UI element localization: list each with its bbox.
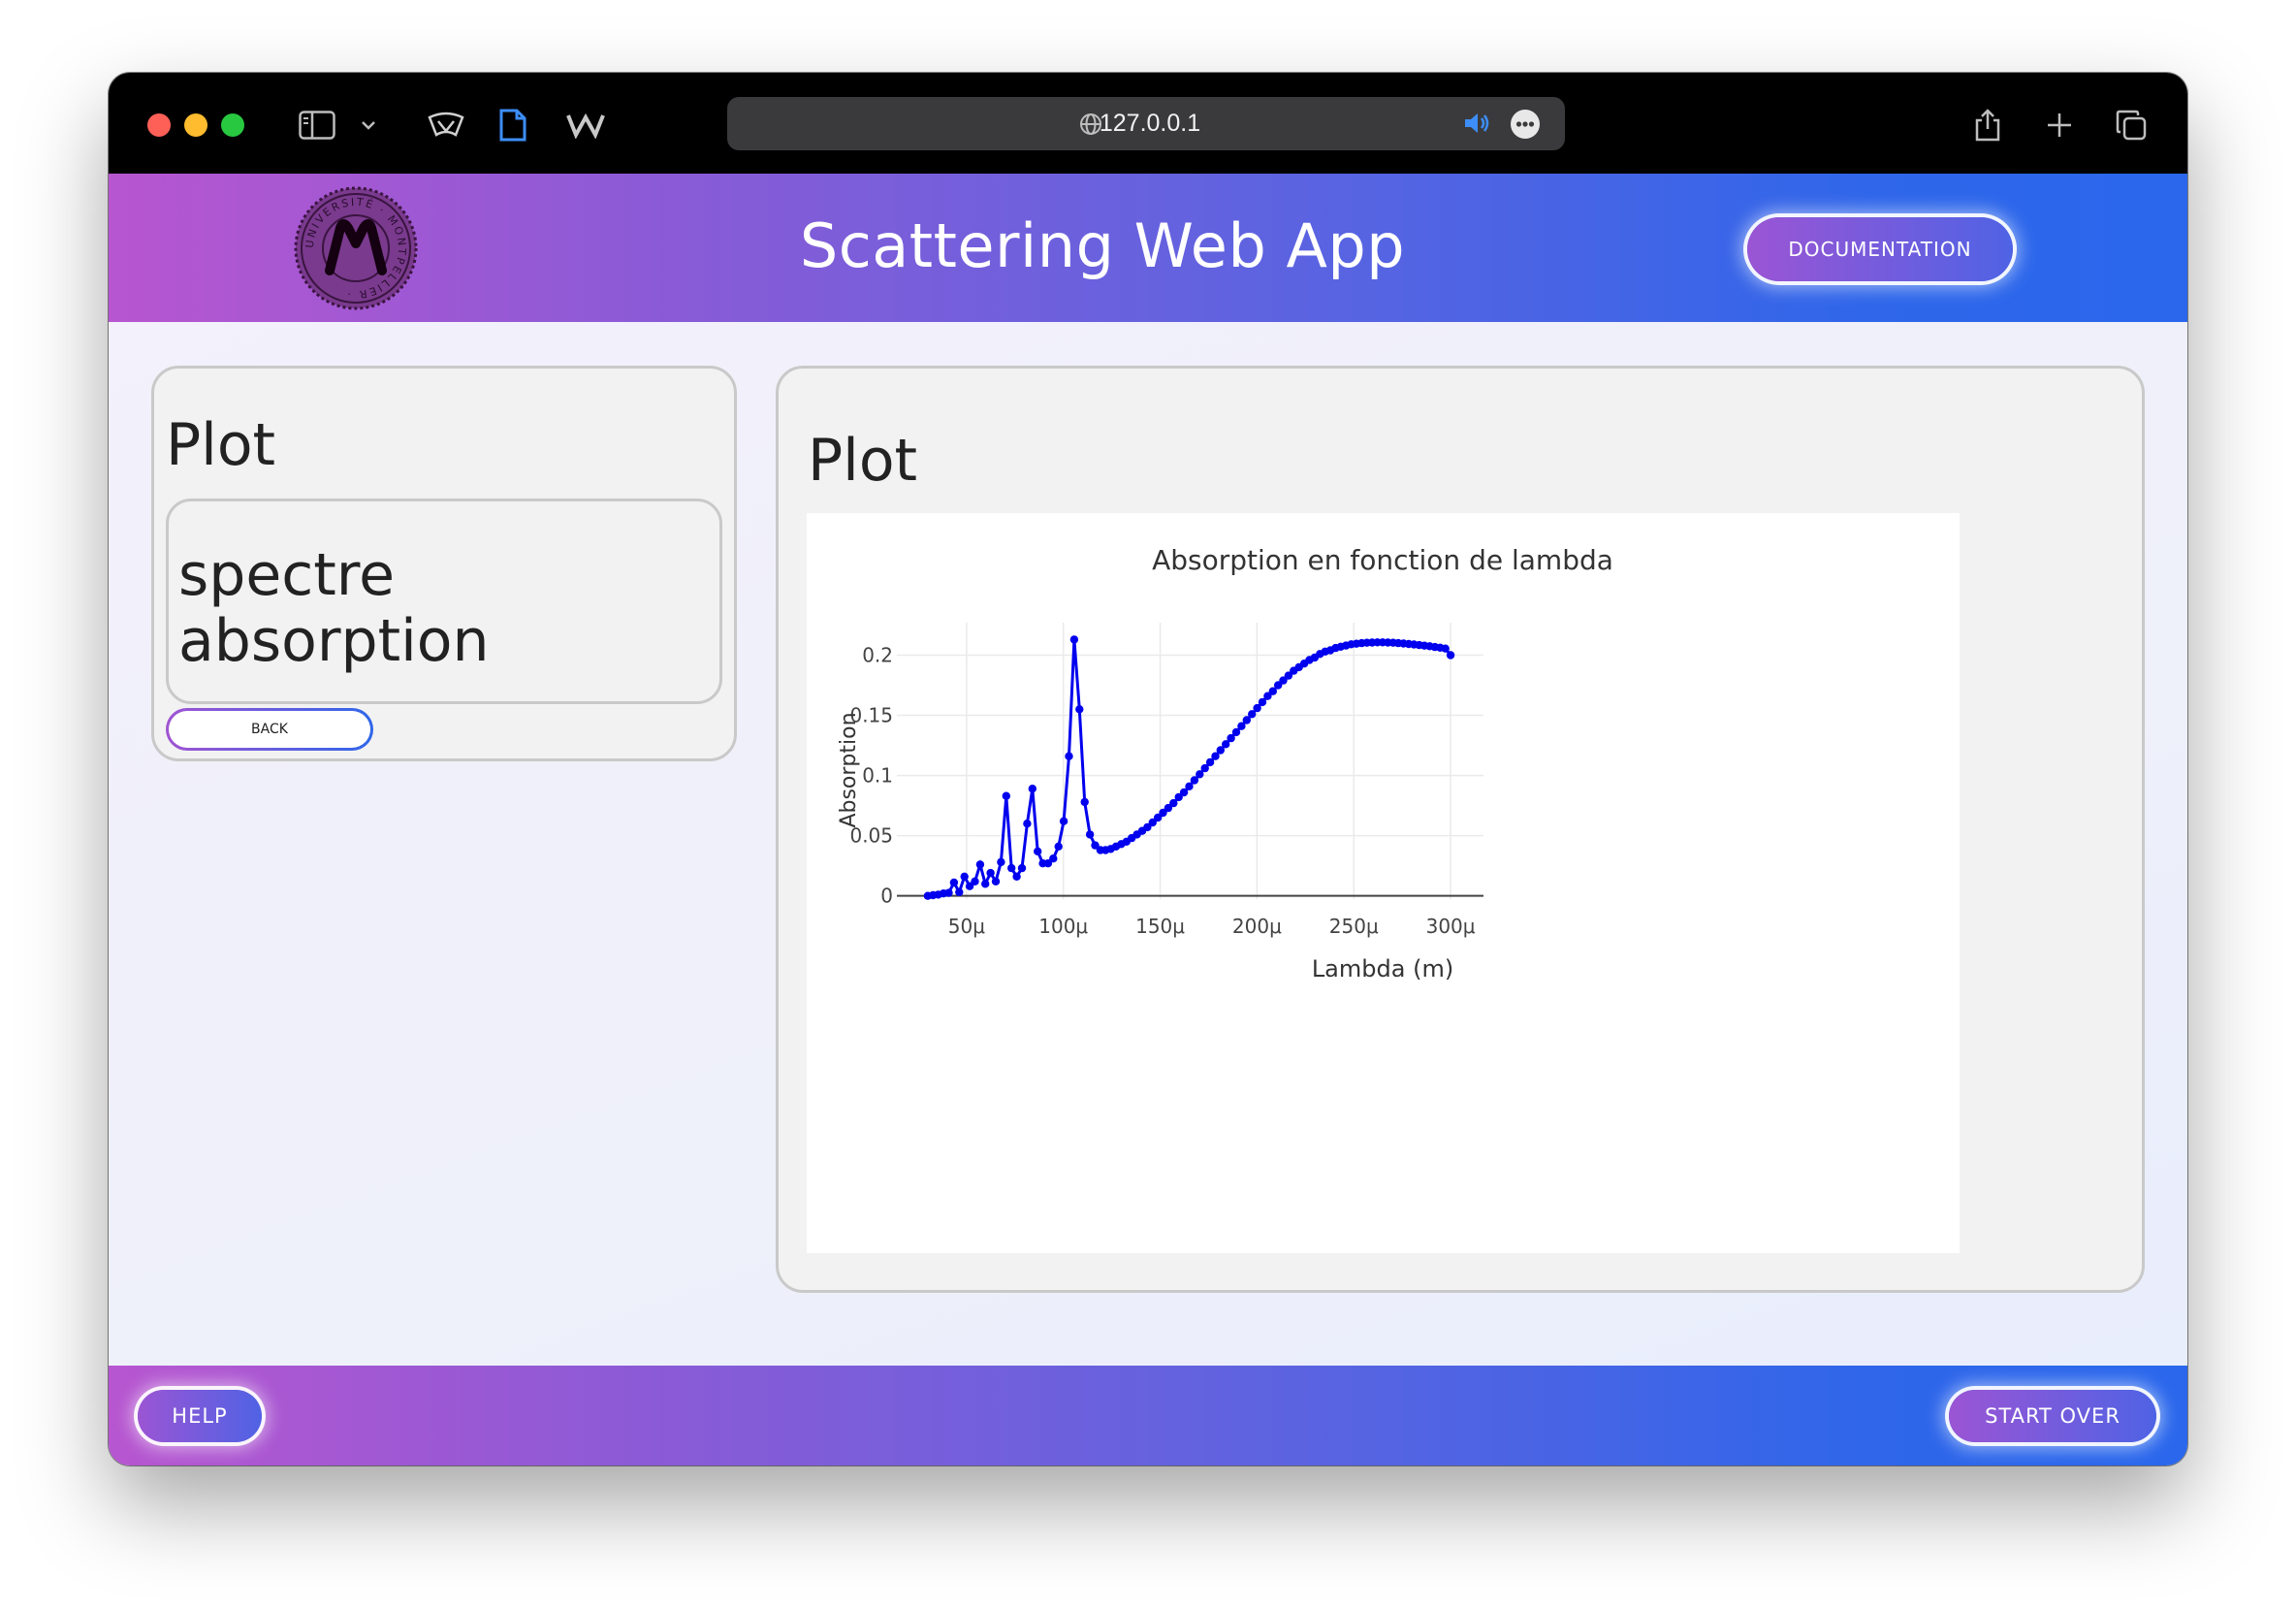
data-point[interactable] <box>986 868 995 878</box>
chart-title: Absorption en fonction de lambda <box>1152 544 1613 576</box>
document-extension-icon[interactable] <box>496 102 529 148</box>
plot-option-label: spectre absorption <box>178 541 490 675</box>
x-tick-label: 50μ <box>948 915 985 938</box>
y-axis-label: Absorption <box>837 712 861 827</box>
data-point[interactable] <box>955 887 964 897</box>
x-tick-label: 100μ <box>1038 915 1088 938</box>
x-axis-label: Lambda (m) <box>1312 955 1453 982</box>
data-point[interactable] <box>975 860 985 869</box>
speaker-icon[interactable] <box>1462 111 1491 140</box>
data-point[interactable] <box>949 878 959 887</box>
help-button[interactable]: HELP <box>138 1390 262 1442</box>
data-point[interactable] <box>1069 635 1079 644</box>
x-tick-label: 150μ <box>1135 915 1185 938</box>
share-icon[interactable] <box>1970 102 2005 148</box>
y-tick-label: 0.1 <box>862 764 893 788</box>
absorption-chart[interactable]: 50μ 100μ 150μ 200μ 250μ 300μ 0 0.05 0.1 0.15 0.2 Ab… <box>807 513 1960 1253</box>
data-point[interactable] <box>1059 817 1068 825</box>
x-tick-label: 250μ <box>1329 915 1379 938</box>
new-tab-icon[interactable] <box>2042 102 2077 148</box>
data-point[interactable] <box>1441 644 1450 653</box>
url-text: 127.0.0.1 <box>1099 110 1201 137</box>
university-logo: UNIVERSITÉ · MONTPELLIER · <box>293 185 419 311</box>
tab-overview-icon[interactable] <box>2112 102 2151 148</box>
minimize-window-button[interactable] <box>184 113 207 137</box>
x-tick-label: 300μ <box>1426 915 1476 938</box>
shield-extension-icon[interactable] <box>425 102 467 148</box>
sidebar-toggle-icon[interactable] <box>297 102 337 148</box>
address-bar[interactable]: 127.0.0.1 <box>727 97 1565 150</box>
data-point[interactable] <box>1085 830 1095 839</box>
data-point[interactable] <box>1007 863 1016 873</box>
data-point[interactable] <box>971 877 979 886</box>
data-point[interactable] <box>1023 820 1032 828</box>
y-tick-label: 0 <box>880 885 893 908</box>
plot-panel-title: Plot <box>808 427 918 495</box>
plot-panel: Plot 50μ 100μ 150μ 200μ 250μ 300μ 0 0.05 0.1 0.15… <box>776 366 2145 1293</box>
panel-title: Plot <box>166 411 276 479</box>
data-point[interactable] <box>991 877 1001 886</box>
start-over-button[interactable]: START OVER <box>1949 1390 2156 1442</box>
data-point[interactable] <box>1012 872 1021 881</box>
data-point[interactable] <box>960 872 969 881</box>
data-point[interactable] <box>1028 785 1036 793</box>
more-options-icon[interactable] <box>1510 109 1541 144</box>
data-point[interactable] <box>1002 791 1010 800</box>
browser-window: 127.0.0.1 UNIVERSITÉ · MONTPELLIER · Sca… <box>109 73 2187 1465</box>
data-point[interactable] <box>1065 752 1073 760</box>
browser-toolbar: 127.0.0.1 <box>109 73 2187 174</box>
close-window-button[interactable] <box>147 113 171 137</box>
documentation-button[interactable]: DOCUMENTATION <box>1747 217 2013 281</box>
zoom-window-button[interactable] <box>221 113 244 137</box>
app-header: UNIVERSITÉ · MONTPELLIER · Scattering We… <box>109 174 2187 322</box>
data-point[interactable] <box>1034 847 1042 855</box>
data-point[interactable] <box>1049 854 1058 863</box>
data-point[interactable] <box>1080 797 1089 807</box>
data-point[interactable] <box>981 880 990 888</box>
x-tick-label: 200μ <box>1232 915 1282 938</box>
plot-option-card[interactable]: spectre absorption <box>166 499 722 704</box>
main-content: Plot spectre absorption BACK Plot 50μ 100… <box>109 322 2187 1366</box>
data-point[interactable] <box>1054 842 1063 851</box>
y-tick-label: 0.2 <box>862 644 893 667</box>
back-button[interactable]: BACK <box>166 708 373 751</box>
chevron-down-icon[interactable] <box>357 102 380 148</box>
data-point[interactable] <box>944 888 953 897</box>
data-point[interactable] <box>1017 863 1027 873</box>
plot-selector-panel: Plot spectre absorption BACK <box>151 366 737 761</box>
app-footer: HELP START OVER <box>109 1366 2187 1465</box>
app-title: Scattering Web App <box>799 210 1406 281</box>
data-point[interactable] <box>997 857 1005 867</box>
data-point[interactable] <box>1446 651 1455 660</box>
w-extension-icon[interactable] <box>564 102 607 148</box>
data-point[interactable] <box>1075 705 1084 714</box>
series-line <box>927 639 1452 898</box>
